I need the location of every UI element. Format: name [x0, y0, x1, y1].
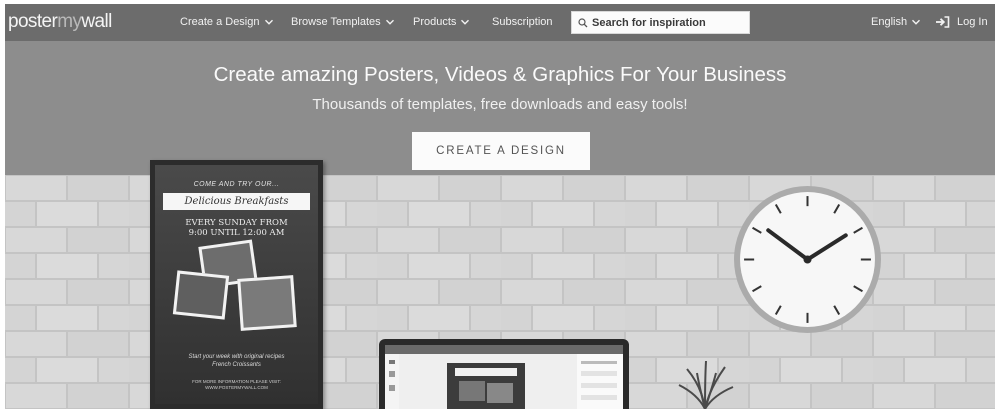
poster-footer-line-4: WWW.POSTERMYWALL.COM [205, 385, 268, 390]
poster-top-line: COME AND TRY OUR... [193, 181, 280, 188]
nav-subscription[interactable]: Subscription [492, 16, 553, 28]
login-arrow-icon [936, 16, 950, 28]
search-input[interactable] [592, 16, 742, 29]
nav-browse-templates-label: Browse Templates [291, 16, 381, 28]
search-icon [578, 17, 588, 27]
poster-footer-info: FOR MORE INFORMATION PLEASE VISIT: WWW.P… [155, 379, 318, 391]
page: postermywall Create a Design Browse Temp… [5, 4, 995, 409]
language-selector[interactable]: English [871, 16, 921, 28]
nav-products[interactable]: Products [413, 16, 470, 28]
poster-schedule-line-2: 9:00 UNTIL 12:00 AM [188, 228, 285, 238]
logo[interactable]: postermywall [8, 11, 112, 33]
chevron-down-icon [912, 19, 921, 25]
top-nav: postermywall Create a Design Browse Temp… [5, 4, 995, 41]
login-label: Log In [957, 16, 988, 28]
nav-browse-templates[interactable]: Browse Templates [291, 16, 395, 28]
laptop [379, 339, 629, 409]
nav-create-design[interactable]: Create a Design [180, 16, 274, 28]
chevron-down-icon [385, 19, 394, 25]
hero-subtitle: Thousands of templates, free downloads a… [312, 96, 688, 113]
nav-create-design-label: Create a Design [180, 16, 260, 28]
hero-banner: Create amazing Posters, Videos & Graphic… [5, 41, 995, 175]
logo-text-mid: my [57, 11, 82, 32]
poster-content: COME AND TRY OUR... Delicious Breakfasts… [155, 165, 318, 404]
plant-decoration [678, 360, 734, 409]
poster-schedule: EVERY SUNDAY FROM 9:00 UNTIL 12:00 AM [155, 218, 318, 238]
breakfast-poster: COME AND TRY OUR... Delicious Breakfasts… [150, 160, 323, 409]
poster-title: Delicious Breakfasts [163, 193, 310, 210]
poster-schedule-line-1: EVERY SUNDAY FROM [185, 218, 288, 228]
logo-text-right: wall [81, 11, 112, 32]
logo-text-left: poster [8, 11, 58, 32]
poster-footer-line-2: French Croissants [212, 362, 261, 368]
create-design-button[interactable]: CREATE A DESIGN [412, 132, 590, 170]
wall-clock [734, 186, 881, 333]
poster-photo [172, 270, 230, 320]
laptop-screen [385, 345, 623, 409]
chevron-down-icon [264, 19, 273, 25]
nav-products-label: Products [413, 16, 457, 28]
hero-title: Create amazing Posters, Videos & Graphic… [213, 63, 787, 86]
language-label: English [871, 16, 908, 28]
nav-subscription-label: Subscription [492, 16, 553, 28]
chevron-down-icon [461, 19, 470, 25]
poster-footer-line-1: Start your week with original recipes [188, 354, 285, 360]
login-link[interactable]: Log In [935, 16, 988, 28]
poster-footer-italic: Start your week with original recipes Fr… [155, 353, 318, 369]
search-box[interactable] [571, 11, 750, 34]
editor-screenshot [385, 345, 623, 409]
poster-photo [237, 275, 297, 331]
